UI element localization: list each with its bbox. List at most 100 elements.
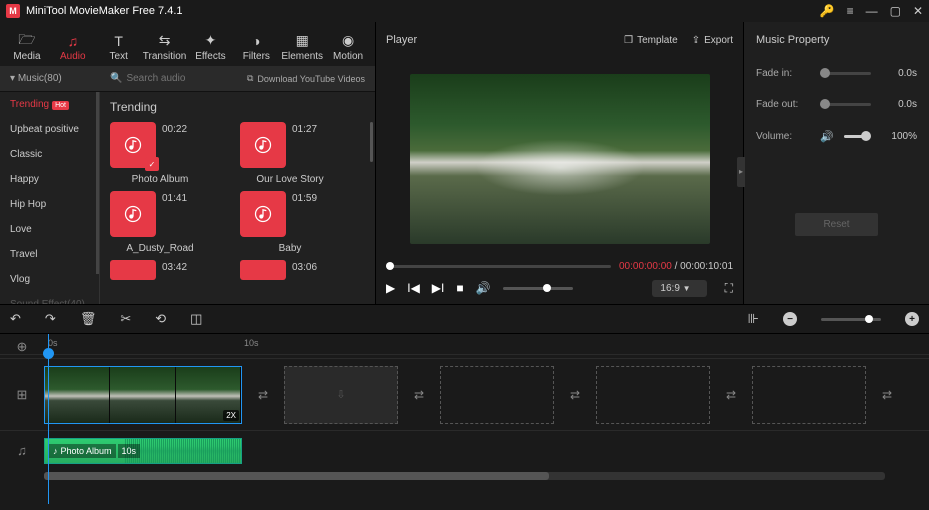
time-ruler[interactable]: 0s 10s bbox=[0, 334, 929, 354]
audio-name: Our Love Story bbox=[240, 174, 340, 185]
category-vlog[interactable]: Vlog bbox=[0, 267, 99, 292]
category-sfx[interactable]: Sound Effect(40) bbox=[0, 292, 99, 304]
drop-slot[interactable]: ⇩ bbox=[284, 366, 398, 424]
category-label[interactable]: Music(80) bbox=[18, 73, 62, 84]
tab-transition[interactable]: ⇆Transition bbox=[142, 29, 188, 66]
timeline-scrollbar[interactable] bbox=[44, 472, 885, 480]
properties-panel: Music Property Fade in: 0.0s Fade out: 0… bbox=[744, 22, 929, 304]
audio-thumb-icon bbox=[240, 191, 286, 237]
audio-card[interactable]: 03:06 bbox=[240, 260, 340, 280]
download-youtube-button[interactable]: ⧉Download YouTube Videos bbox=[247, 73, 365, 84]
category-happy[interactable]: Happy bbox=[0, 167, 99, 192]
play-icon[interactable]: ▶ bbox=[386, 281, 395, 295]
scrub-slider[interactable] bbox=[386, 265, 611, 268]
fadein-value: 0.0s bbox=[881, 68, 917, 79]
fit-icon[interactable]: ⊪ bbox=[748, 311, 759, 327]
folder-icon: 🗁 bbox=[18, 33, 35, 49]
audio-duration: 01:59 bbox=[292, 191, 317, 204]
audio-clip-label: ♪Photo Album bbox=[49, 444, 116, 458]
category-travel[interactable]: Travel bbox=[0, 242, 99, 267]
menu-icon[interactable]: ≡ bbox=[847, 4, 854, 18]
volume-icon[interactable]: 🔊 bbox=[820, 130, 834, 143]
transition-slot[interactable]: ⇄ bbox=[252, 384, 274, 406]
audio-track[interactable]: ♫ ♪Photo Album 10s bbox=[0, 430, 929, 470]
tab-audio-label: Audio bbox=[60, 51, 86, 62]
export-icon: ⇪ bbox=[692, 35, 700, 46]
volume-slider[interactable] bbox=[503, 287, 573, 290]
next-icon[interactable]: ▶I bbox=[432, 281, 445, 295]
video-clip[interactable]: 2X bbox=[44, 366, 242, 424]
drop-slot[interactable] bbox=[596, 366, 710, 424]
drop-slot[interactable] bbox=[440, 366, 554, 424]
tab-elements[interactable]: ▦Elements bbox=[279, 29, 325, 66]
key-icon[interactable]: 🔑 bbox=[820, 4, 835, 18]
reset-button[interactable]: Reset bbox=[795, 213, 877, 236]
motion-icon: ◉ bbox=[342, 33, 354, 49]
category-hiphop[interactable]: Hip Hop bbox=[0, 192, 99, 217]
speed-icon[interactable]: ⟲ bbox=[155, 311, 166, 327]
zoom-slider[interactable] bbox=[821, 318, 881, 321]
fullscreen-icon[interactable]: ⛶ bbox=[725, 281, 733, 296]
audio-card[interactable]: 01:27 Our Love Story bbox=[240, 122, 340, 185]
transition-slot[interactable]: ⇄ bbox=[408, 384, 430, 406]
zoom-in-button[interactable]: + bbox=[905, 312, 919, 326]
audio-card[interactable]: 01:41 A_Dusty_Road bbox=[110, 191, 210, 254]
zoom-out-button[interactable]: − bbox=[783, 312, 797, 326]
filters-icon: ◑ bbox=[252, 33, 260, 49]
video-track[interactable]: ⊞ 2X ⇄ ⇩ ⇄ ⇄ ⇄ ⇄ bbox=[0, 358, 929, 430]
app-logo-icon: M bbox=[6, 4, 20, 18]
audio-card[interactable]: 01:59 Baby bbox=[240, 191, 340, 254]
template-button[interactable]: ❒Template bbox=[624, 35, 678, 46]
audio-duration: 03:06 bbox=[292, 260, 317, 273]
add-track-icon[interactable]: ⊕ bbox=[0, 339, 44, 355]
check-icon: ✓ bbox=[145, 157, 159, 171]
delete-icon[interactable]: 🗑 bbox=[80, 311, 97, 327]
minimize-icon[interactable]: — bbox=[866, 4, 878, 18]
audio-duration: 03:42 bbox=[162, 260, 187, 273]
export-button[interactable]: ⇪Export bbox=[692, 35, 733, 46]
drop-slot[interactable] bbox=[752, 366, 866, 424]
aspect-ratio-select[interactable]: 16:9 ▼ bbox=[652, 280, 706, 297]
split-icon[interactable]: ✂ bbox=[120, 311, 131, 327]
caret-down-icon[interactable]: ▾ bbox=[10, 73, 15, 84]
tab-audio[interactable]: ♫Audio bbox=[50, 29, 96, 66]
category-trending[interactable]: TrendingHot bbox=[0, 92, 99, 117]
search-icon[interactable]: 🔍 bbox=[110, 73, 122, 84]
category-love[interactable]: Love bbox=[0, 217, 99, 242]
volume-icon[interactable]: 🔊 bbox=[476, 281, 491, 295]
transition-slot[interactable]: ⇄ bbox=[564, 384, 586, 406]
audio-clip[interactable]: ♪Photo Album 10s bbox=[44, 438, 242, 464]
maximize-icon[interactable]: ▢ bbox=[890, 4, 901, 18]
crop-icon[interactable]: ◫ bbox=[190, 311, 202, 327]
search-input[interactable] bbox=[126, 73, 196, 84]
transition-slot[interactable]: ⇄ bbox=[876, 384, 898, 406]
tab-elements-label: Elements bbox=[281, 51, 323, 62]
category-upbeat[interactable]: Upbeat positive bbox=[0, 117, 99, 142]
volume-prop-slider[interactable] bbox=[844, 135, 871, 138]
tab-filters[interactable]: ◑Filters bbox=[233, 29, 279, 66]
panel-collapse-icon[interactable]: ▸ bbox=[737, 157, 745, 187]
redo-icon[interactable]: ↷ bbox=[45, 311, 56, 327]
fadein-slider[interactable] bbox=[820, 72, 871, 75]
tab-effects[interactable]: ✦Effects bbox=[188, 29, 234, 66]
preview-image[interactable] bbox=[410, 74, 710, 244]
tab-media[interactable]: 🗁Media bbox=[4, 29, 50, 66]
tab-motion[interactable]: ◉Motion bbox=[325, 29, 371, 66]
transition-slot[interactable]: ⇄ bbox=[720, 384, 742, 406]
title-bar: M MiniTool MovieMaker Free 7.4.1 🔑 ≡ — ▢… bbox=[0, 0, 929, 22]
category-list[interactable]: TrendingHot Upbeat positive Classic Happ… bbox=[0, 92, 100, 304]
prev-icon[interactable]: I◀ bbox=[407, 281, 420, 295]
undo-icon[interactable]: ↶ bbox=[10, 311, 21, 327]
tab-text[interactable]: TText bbox=[96, 29, 142, 66]
audio-track-icon: ♫ bbox=[0, 431, 44, 470]
download-label: Download YouTube Videos bbox=[257, 74, 365, 84]
category-classic[interactable]: Classic bbox=[0, 142, 99, 167]
timecode: 00:00:00:00 / 00:00:10:01 bbox=[619, 261, 733, 272]
audio-card[interactable]: 03:42 bbox=[110, 260, 210, 280]
fadeout-slider[interactable] bbox=[820, 103, 871, 106]
audio-card[interactable]: ✓00:22 Photo Album bbox=[110, 122, 210, 185]
playhead[interactable] bbox=[48, 334, 49, 504]
preview-area: ▸ bbox=[376, 58, 743, 255]
close-icon[interactable]: ✕ bbox=[913, 4, 923, 18]
stop-icon[interactable]: ■ bbox=[456, 281, 463, 295]
